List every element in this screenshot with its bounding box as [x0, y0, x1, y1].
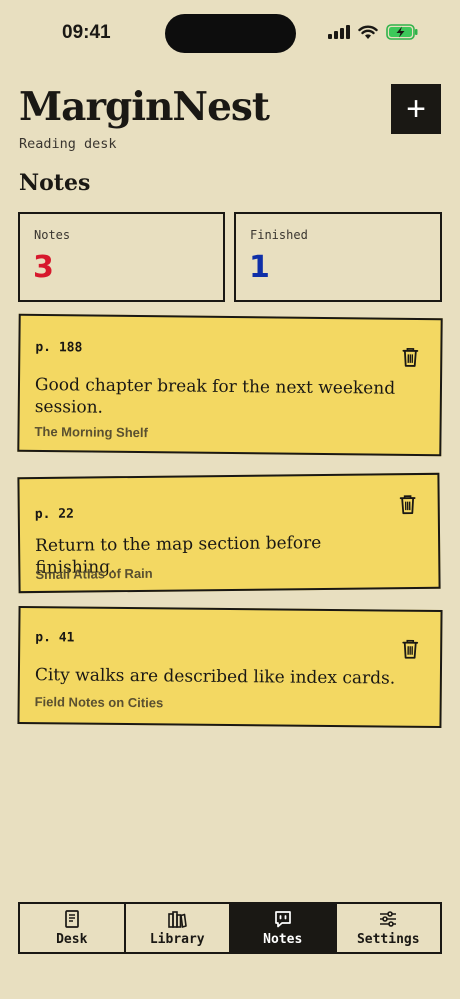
- tab-bar: Desk Library Notes Settings: [18, 902, 442, 954]
- trash-icon[interactable]: [398, 493, 418, 515]
- plus-icon: +: [406, 89, 426, 128]
- note-page: p. 22: [34, 506, 75, 523]
- wifi-icon: [358, 25, 378, 39]
- status-time: 09:41: [62, 22, 111, 43]
- note-book-title: Small Atlas of Rain: [35, 565, 153, 583]
- section-title: Notes: [19, 170, 91, 196]
- tab-label: Library: [149, 932, 205, 947]
- status-bar: 09:41: [0, 0, 460, 64]
- signal-icon: [328, 25, 350, 39]
- stat-card-finished: Finished 1: [234, 212, 442, 302]
- battery-charging-icon: [386, 24, 418, 40]
- tab-label: Desk: [56, 932, 88, 947]
- tab-desk[interactable]: Desk: [20, 904, 126, 952]
- note-card[interactable]: p. 41 City walks are described like inde…: [17, 605, 443, 729]
- sliders-icon: [380, 911, 397, 927]
- stat-label: Notes: [34, 228, 71, 242]
- note-book-title: Field Notes on Cities: [34, 694, 164, 711]
- book-icon: [64, 910, 79, 928]
- tab-settings[interactable]: Settings: [337, 904, 441, 952]
- stat-card-notes: Notes 3: [18, 212, 225, 302]
- library-icon: [168, 911, 188, 928]
- tab-label: Notes: [263, 932, 303, 947]
- trash-icon[interactable]: [400, 346, 420, 368]
- note-text: Good chapter break for the next weekend …: [34, 374, 396, 418]
- app-title: MarginNest: [19, 84, 270, 130]
- stat-value: 3: [33, 250, 54, 285]
- tab-library[interactable]: Library: [126, 904, 231, 952]
- tab-notes[interactable]: Notes: [231, 904, 337, 952]
- app-subtitle: Reading desk: [19, 136, 117, 152]
- stat-label: Finished: [250, 228, 308, 242]
- note-text: City walks are described like index card…: [34, 665, 396, 689]
- status-icons: [328, 24, 418, 40]
- note-book-title: The Morning Shelf: [34, 423, 148, 441]
- tab-label: Settings: [356, 932, 420, 947]
- stat-value: 1: [249, 250, 270, 285]
- chat-bubble-icon: [274, 911, 291, 928]
- trash-icon[interactable]: [400, 638, 420, 660]
- add-note-button[interactable]: +: [391, 84, 441, 134]
- note-page: p. 188: [35, 339, 83, 356]
- note-card[interactable]: p. 188 Good chapter break for the next w…: [17, 313, 443, 457]
- dynamic-island: [165, 14, 296, 53]
- note-page: p. 41: [35, 630, 75, 646]
- note-card[interactable]: p. 22 Return to the map section before f…: [17, 472, 441, 594]
